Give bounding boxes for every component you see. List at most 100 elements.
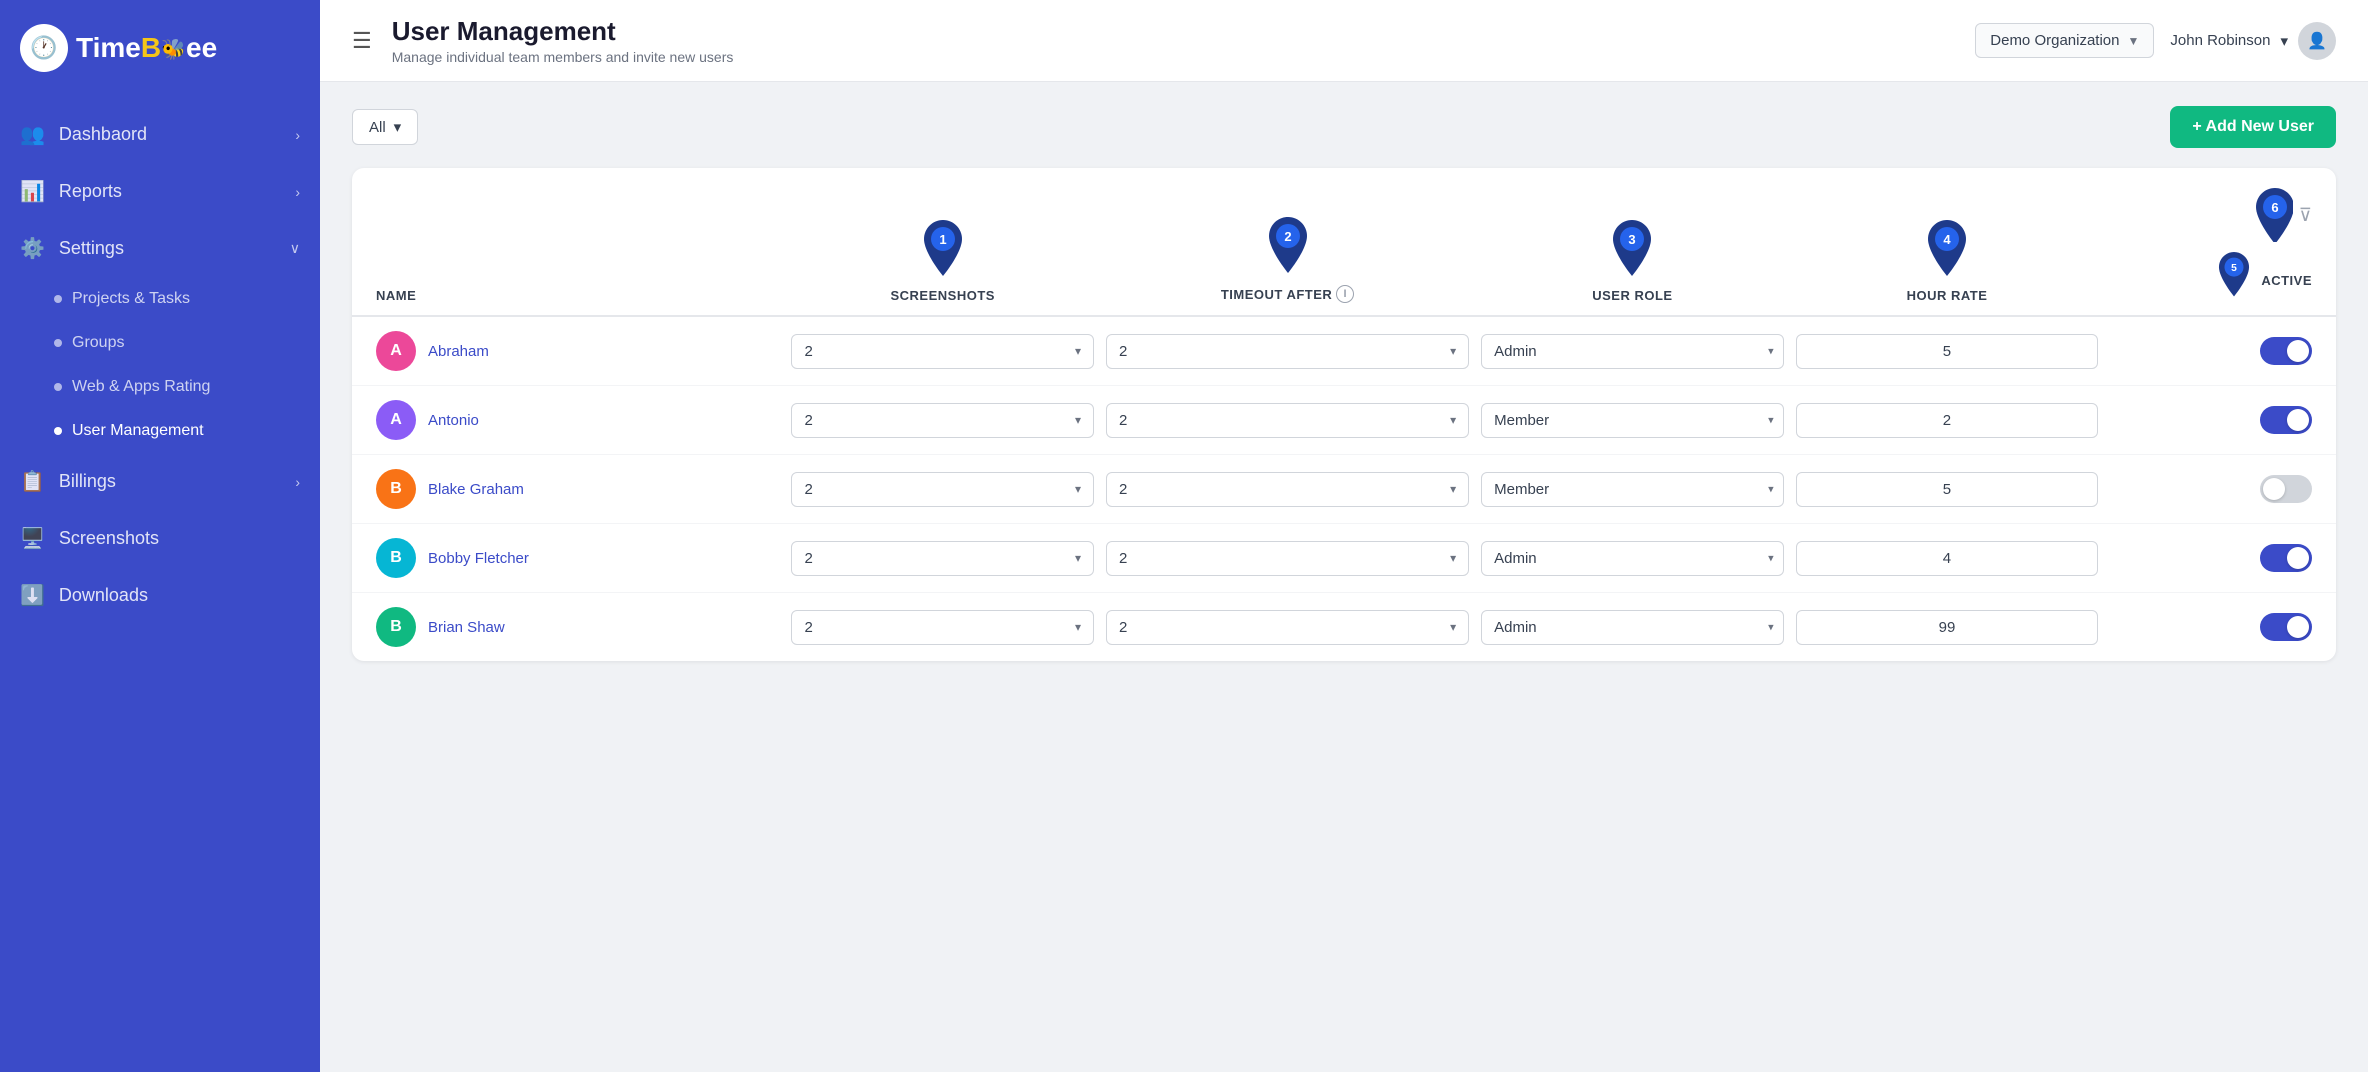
role-select[interactable]: AdminMemberViewer	[1481, 403, 1784, 438]
user-name[interactable]: Brian Shaw	[428, 619, 505, 636]
role-select[interactable]: AdminMemberViewer	[1481, 472, 1784, 507]
hour-rate-input[interactable]	[1796, 403, 2099, 438]
page-subtitle: Manage individual team members and invit…	[392, 49, 1956, 65]
dropdown-arrow-icon: ▾	[1075, 551, 1081, 565]
screenshots-icon: 🖥️	[20, 526, 45, 551]
avatar: A	[376, 400, 416, 440]
timeout-dropdown[interactable]: 2 ▾	[1106, 403, 1469, 438]
user-dropdown-icon: ▾	[2280, 32, 2288, 50]
active-toggle[interactable]	[2260, 406, 2312, 434]
dot-icon	[54, 427, 62, 435]
user-menu[interactable]: John Robinson ▾ 👤	[2170, 22, 2336, 60]
timeout-dropdown[interactable]: 2 ▾	[1106, 472, 1469, 507]
hourrate-cell	[1796, 610, 2099, 645]
screenshots-dropdown[interactable]: 2 ▾	[791, 472, 1094, 507]
timeout-value: 2	[1119, 481, 1127, 498]
hourrate-cell	[1796, 541, 2099, 576]
dropdown-arrow-icon: ▾	[1450, 620, 1456, 634]
user-name[interactable]: Abraham	[428, 343, 489, 360]
hourrate-cell	[1796, 334, 2099, 369]
role-select[interactable]: AdminMemberViewer	[1481, 334, 1784, 369]
sidebar-item-billings[interactable]: 📋 Billings ›	[0, 453, 320, 510]
bee-emoji: 🐝	[161, 39, 186, 61]
active-toggle[interactable]	[2260, 544, 2312, 572]
dashboard-icon: 👥	[20, 122, 45, 147]
role-cell: AdminMemberViewer ▾	[1481, 334, 1784, 369]
col-name-label: NAME	[376, 288, 416, 303]
pin-badge-2: 2	[1264, 217, 1312, 275]
clock-icon: 🕐	[30, 35, 57, 61]
screenshots-value: 2	[804, 481, 812, 498]
menu-toggle-icon[interactable]: ☰	[352, 28, 372, 54]
avatar: B	[376, 538, 416, 578]
screenshots-dropdown[interactable]: 2 ▾	[791, 541, 1094, 576]
header-right: Demo Organization ▼ John Robinson ▾ 👤	[1975, 22, 2336, 60]
sidebar-item-screenshots[interactable]: 🖥️ Screenshots	[0, 510, 320, 567]
sidebar-item-projects-tasks[interactable]: Projects & Tasks	[0, 277, 320, 321]
role-select[interactable]: AdminMemberViewer	[1481, 541, 1784, 576]
hour-rate-input[interactable]	[1796, 541, 2099, 576]
active-toggle[interactable]	[2260, 613, 2312, 641]
filter-funnel-icon[interactable]: ⊽	[2299, 205, 2312, 226]
sidebar-item-label: Dashbaord	[59, 124, 281, 145]
sidebar-item-downloads[interactable]: ⬇️ Downloads	[0, 567, 320, 624]
screenshots-value: 2	[804, 412, 812, 429]
user-name: John Robinson	[2170, 32, 2270, 49]
pin-badge-3: 3	[1608, 220, 1656, 278]
dropdown-arrow-icon: ▾	[1450, 344, 1456, 358]
dropdown-arrow-icon: ▾	[1075, 413, 1081, 427]
filter-dropdown-icon: ▾	[394, 118, 402, 136]
table-row: B Brian Shaw 2 ▾ 2 ▾ AdminMemberViewer ▾	[352, 593, 2336, 661]
sidebar-item-dashboard[interactable]: 👥 Dashbaord ›	[0, 106, 320, 163]
dot-icon	[54, 295, 62, 303]
active-cell	[2110, 544, 2312, 572]
avatar: B	[376, 607, 416, 647]
add-user-button[interactable]: + Add New User	[2170, 106, 2336, 148]
active-toggle[interactable]	[2260, 337, 2312, 365]
sidebar-item-reports[interactable]: 📊 Reports ›	[0, 163, 320, 220]
screenshots-value: 2	[804, 550, 812, 567]
sidebar-item-groups[interactable]: Groups	[0, 321, 320, 365]
hour-rate-input[interactable]	[1796, 610, 2099, 645]
svg-text:6: 6	[2271, 200, 2278, 215]
timeout-info-icon[interactable]: i	[1336, 285, 1354, 303]
chevron-down-icon: ∨	[290, 240, 300, 257]
filter-dropdown[interactable]: All ▾	[352, 109, 418, 145]
user-cell: A Antonio	[376, 400, 779, 440]
dropdown-arrow-icon: ▾	[1450, 482, 1456, 496]
user-cell: A Abraham	[376, 331, 779, 371]
sidebar-item-label: Projects & Tasks	[72, 290, 190, 308]
col-header-name: NAME	[376, 282, 779, 315]
timeout-cell: 2 ▾	[1106, 403, 1469, 438]
timeout-dropdown[interactable]: 2 ▾	[1106, 541, 1469, 576]
role-select-wrapper: AdminMemberViewer ▾	[1481, 541, 1784, 576]
org-selector[interactable]: Demo Organization ▼	[1975, 23, 2154, 58]
col-screenshots-label: SCREENSHOTS	[890, 288, 994, 303]
user-name[interactable]: Blake Graham	[428, 481, 524, 498]
timeout-dropdown[interactable]: 2 ▾	[1106, 334, 1469, 369]
timeout-cell: 2 ▾	[1106, 610, 1469, 645]
svg-text:5: 5	[2231, 263, 2237, 274]
sidebar-item-label: Reports	[59, 181, 281, 202]
hour-rate-input[interactable]	[1796, 472, 2099, 507]
col-hourrate-label: HOUR RATE	[1907, 288, 1988, 303]
timeout-dropdown[interactable]: 2 ▾	[1106, 610, 1469, 645]
user-name[interactable]: Bobby Fletcher	[428, 550, 529, 567]
app-name: TimeB🐝ee	[76, 32, 217, 64]
hourrate-cell	[1796, 472, 2099, 507]
role-select[interactable]: AdminMemberViewer	[1481, 610, 1784, 645]
active-toggle[interactable]	[2260, 475, 2312, 503]
sidebar-item-user-management[interactable]: User Management	[0, 409, 320, 453]
sidebar-item-web-apps-rating[interactable]: Web & Apps Rating	[0, 365, 320, 409]
header-title-block: User Management Manage individual team m…	[392, 16, 1956, 65]
user-name[interactable]: Antonio	[428, 412, 479, 429]
role-cell: AdminMemberViewer ▾	[1481, 403, 1784, 438]
sidebar-item-settings[interactable]: ⚙️ Settings ∨	[0, 220, 320, 277]
sidebar-item-label: Groups	[72, 334, 124, 352]
screenshots-dropdown[interactable]: 2 ▾	[791, 403, 1094, 438]
pin-badge-5: 5	[2215, 252, 2253, 303]
screenshots-dropdown[interactable]: 2 ▾	[791, 610, 1094, 645]
sidebar-item-label: User Management	[72, 422, 204, 440]
screenshots-dropdown[interactable]: 2 ▾	[791, 334, 1094, 369]
hour-rate-input[interactable]	[1796, 334, 2099, 369]
